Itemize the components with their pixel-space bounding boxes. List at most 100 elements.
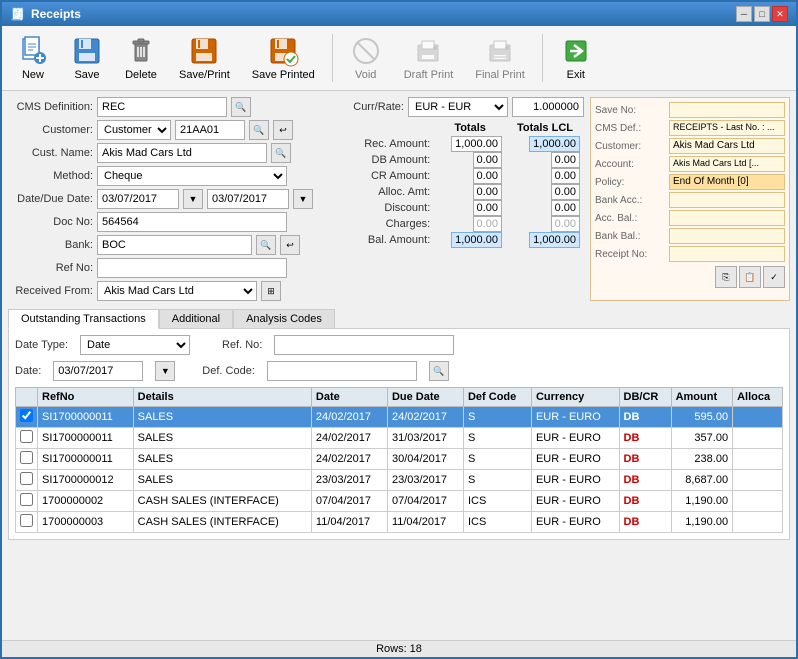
close-button[interactable]: ✕ <box>772 6 788 22</box>
table-row[interactable]: SI1700000011 SALES 24/02/2017 30/04/2017… <box>16 449 783 470</box>
row-checkbox[interactable] <box>20 409 33 422</box>
row-checkbox-cell <box>16 449 38 470</box>
save-label: Save <box>74 69 99 81</box>
paste-btn[interactable]: 📋 <box>739 266 761 288</box>
toolbar-divider-1 <box>332 34 333 82</box>
info-acc-bal-row: Acc. Bal.: <box>595 210 785 226</box>
date-input[interactable] <box>97 189 179 209</box>
save-button[interactable]: Save <box>62 30 112 86</box>
saveprint-label: Save/Print <box>179 69 230 81</box>
tab-outstanding[interactable]: Outstanding Transactions <box>8 309 159 329</box>
col-due-date: Due Date <box>387 388 463 407</box>
customer-code-input[interactable] <box>175 120 245 140</box>
due-date-picker-btn[interactable]: ▼ <box>293 189 313 209</box>
cust-name-search-btn[interactable]: 🔍 <box>271 143 291 163</box>
new-icon <box>17 35 49 67</box>
minimize-button[interactable]: ─ <box>736 6 752 22</box>
row-due-date: 30/04/2017 <box>387 449 463 470</box>
tab-additional[interactable]: Additional <box>159 309 233 328</box>
form-middle: Curr/Rate: EUR - EUR Totals Totals LCL <box>344 97 584 301</box>
finalprint-label: Final Print <box>475 69 525 81</box>
row-checkbox[interactable] <box>20 472 33 485</box>
bal-amount-cell: 1,000.00 <box>434 232 506 248</box>
dbcr-value: DB <box>624 516 640 528</box>
row-checkbox[interactable] <box>20 493 33 506</box>
date-type-dropdown[interactable]: Date <box>80 335 190 355</box>
table-row[interactable]: SI1700000012 SALES 23/03/2017 23/03/2017… <box>16 470 783 491</box>
saveprinted-label: Save Printed <box>252 69 315 81</box>
finalprint-button[interactable]: Final Print <box>466 30 534 86</box>
cust-name-input[interactable] <box>97 143 267 163</box>
row-checkbox[interactable] <box>20 514 33 527</box>
rate-input[interactable] <box>512 97 584 117</box>
discount-cell: 0.00 <box>434 200 506 216</box>
row-refno: SI1700000012 <box>38 470 134 491</box>
table-row[interactable]: 1700000003 CASH SALES (INTERFACE) 11/04/… <box>16 512 783 533</box>
void-button[interactable]: Void <box>341 30 391 86</box>
cr-amount-lcl-cell: 0.00 <box>506 168 584 184</box>
table-row[interactable]: 1700000002 CASH SALES (INTERFACE) 07/04/… <box>16 491 783 512</box>
customer-type-dropdown[interactable]: Customer <box>97 120 171 140</box>
saveprinted-button[interactable]: Save Printed <box>243 30 324 86</box>
table-row[interactable]: SI1700000011 SALES 24/02/2017 24/02/2017… <box>16 407 783 428</box>
date-picker-btn[interactable]: ▼ <box>183 189 203 209</box>
info-bank-acc-value <box>669 192 785 208</box>
cms-definition-search-btn[interactable]: 🔍 <box>231 97 251 117</box>
db-amount-lcl-cell: 0.00 <box>506 152 584 168</box>
currency-dropdown[interactable]: EUR - EUR <box>408 97 508 117</box>
customer-search-btn[interactable]: 🔍 <box>249 120 269 140</box>
row-date: 07/04/2017 <box>311 491 387 512</box>
doc-no-input[interactable] <box>97 212 287 232</box>
def-code-search-btn[interactable]: 🔍 <box>429 361 449 381</box>
filter-ref-no-input[interactable] <box>274 335 454 355</box>
bank-row: Bank: 🔍 ↩ <box>8 235 338 255</box>
cms-definition-input[interactable] <box>97 97 227 117</box>
new-button[interactable]: New <box>8 30 58 86</box>
delete-button[interactable]: Delete <box>116 30 166 86</box>
received-from-btn[interactable]: ⊞ <box>261 281 281 301</box>
check-btn[interactable]: ✓ <box>763 266 785 288</box>
bal-amount-row: Bal. Amount: 1,000.00 1,000.00 <box>344 232 584 248</box>
due-date-input[interactable] <box>207 189 289 209</box>
table-row[interactable]: SI1700000011 SALES 24/02/2017 31/03/2017… <box>16 428 783 449</box>
rec-amount-cell: 1,000.00 <box>434 136 506 152</box>
date-row: Date/Due Date: ▼ ▼ <box>8 189 338 209</box>
tab-analysis[interactable]: Analysis Codes <box>233 309 335 328</box>
def-code-input[interactable] <box>267 361 417 381</box>
col-details: Details <box>133 388 311 407</box>
received-from-dropdown[interactable]: Akis Mad Cars Ltd <box>97 281 257 301</box>
row-currency: EUR - EURO <box>531 449 619 470</box>
row-checkbox[interactable] <box>20 451 33 464</box>
draftprint-button[interactable]: Draft Print <box>395 30 463 86</box>
filter-date-picker-btn[interactable]: ▼ <box>155 361 175 381</box>
alloc-amt-value: 0.00 <box>473 184 502 200</box>
maximize-button[interactable]: □ <box>754 6 770 22</box>
bank-search-btn[interactable]: 🔍 <box>256 235 276 255</box>
bank-label: Bank: <box>8 239 93 251</box>
row-details: SALES <box>133 470 311 491</box>
form-section: CMS Definition: 🔍 Customer: Customer 🔍 ↩… <box>8 97 790 301</box>
row-due-date: 23/03/2017 <box>387 470 463 491</box>
tab-additional-label: Additional <box>172 313 220 325</box>
totals-lcl-header: Totals LCL <box>506 120 584 136</box>
row-date: 24/02/2017 <box>311 449 387 470</box>
rec-amount-lcl-value: 1,000.00 <box>529 136 580 152</box>
charges-cell: 0.00 <box>434 216 506 232</box>
table-wrapper: RefNo Details Date Due Date Def Code Cur… <box>15 387 783 533</box>
saveprint-button[interactable]: Save/Print <box>170 30 239 86</box>
info-policy-value: End Of Month [0] <box>669 174 785 190</box>
row-checkbox[interactable] <box>20 430 33 443</box>
totals-table: Totals Totals LCL Rec. Amount: 1,000.00 … <box>344 120 584 248</box>
filter-date-input[interactable] <box>53 361 143 381</box>
ref-no-input[interactable] <box>97 258 287 278</box>
exit-button[interactable]: Exit <box>551 30 601 86</box>
bank-extra-btn[interactable]: ↩ <box>280 235 300 255</box>
method-dropdown[interactable]: Cheque <box>97 166 287 186</box>
row-alloca <box>733 449 783 470</box>
row-checkbox-cell <box>16 407 38 428</box>
doc-no-row: Doc No: <box>8 212 338 232</box>
bank-input[interactable] <box>97 235 252 255</box>
customer-extra-btn[interactable]: ↩ <box>273 120 293 140</box>
date-label: Date/Due Date: <box>8 193 93 205</box>
copy-btn[interactable]: ⎘ <box>715 266 737 288</box>
